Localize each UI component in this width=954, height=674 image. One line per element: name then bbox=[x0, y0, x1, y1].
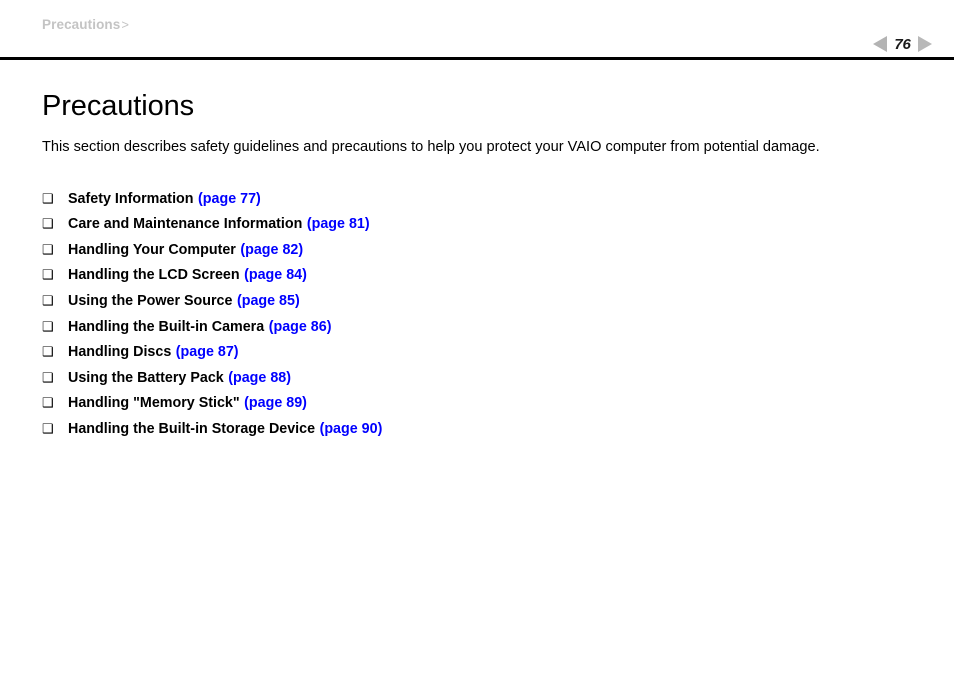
list-item[interactable]: ❑ Handling "Memory Stick" (page 89) bbox=[42, 396, 912, 422]
list-item-label: Handling Your Computer bbox=[68, 241, 236, 258]
square-bullet-icon: ❑ bbox=[42, 318, 54, 334]
triangle-right-icon[interactable] bbox=[918, 36, 932, 52]
list-item-page-link[interactable]: (page 90) bbox=[315, 422, 383, 437]
list-item[interactable]: ❑ Handling the Built-in Camera (page 86) bbox=[42, 318, 912, 346]
list-item-label: Handling the Built-in Storage Device bbox=[68, 420, 316, 437]
list-item-label: Handling the LCD Screen bbox=[68, 267, 240, 284]
list-item-page-link[interactable]: (page 82) bbox=[236, 242, 303, 257]
square-bullet-icon: ❑ bbox=[42, 420, 54, 436]
list-item-label: Safety Information bbox=[68, 190, 194, 207]
list-item-page-link[interactable]: (page 88) bbox=[224, 370, 291, 385]
header-divider bbox=[0, 57, 954, 60]
page-navigation: 76 bbox=[873, 33, 932, 55]
precautions-link-list: ❑ Safety Information (page 77) ❑ Care an… bbox=[42, 158, 912, 448]
list-item-page-link[interactable]: (page 84) bbox=[240, 268, 307, 283]
square-bullet-icon: ❑ bbox=[42, 344, 54, 360]
list-item-page-link[interactable]: (page 81) bbox=[302, 217, 370, 232]
list-item[interactable]: ❑ Handling Your Computer (page 82) bbox=[42, 241, 912, 269]
page-title: Precautions bbox=[42, 90, 195, 122]
list-item-label: Care and Maintenance Information bbox=[68, 216, 303, 233]
list-item[interactable]: ❑ Using the Battery Pack (page 88) bbox=[42, 369, 912, 397]
square-bullet-icon: ❑ bbox=[42, 369, 54, 385]
list-item[interactable]: ❑ Care and Maintenance Information (page… bbox=[42, 217, 912, 243]
square-bullet-icon: ❑ bbox=[42, 267, 54, 283]
page-header: Precautions> 76 bbox=[0, 0, 954, 60]
square-bullet-icon: ❑ bbox=[42, 241, 54, 257]
triangle-left-icon[interactable] bbox=[873, 36, 887, 52]
list-item-label: Using the Battery Pack bbox=[68, 369, 224, 386]
list-item[interactable]: ❑ Using the Power Source (page 85) bbox=[42, 294, 912, 320]
page-number: 76 bbox=[894, 35, 911, 53]
list-item-page-link[interactable]: (page 89) bbox=[240, 396, 307, 411]
list-item-label: Using the Power Source bbox=[68, 292, 233, 309]
square-bullet-icon: ❑ bbox=[42, 190, 54, 206]
list-item[interactable]: ❑ Handling the LCD Screen (page 84) bbox=[42, 268, 912, 294]
list-item[interactable]: ❑ Safety Information (page 77) bbox=[42, 190, 912, 218]
list-item-page-link[interactable]: (page 86) bbox=[264, 319, 332, 334]
list-item-page-link[interactable]: (page 87) bbox=[171, 345, 239, 360]
main-content: Precautions This section describes safet… bbox=[0, 58, 954, 448]
list-item-label: Handling "Memory Stick" bbox=[68, 395, 240, 412]
list-item-label: Handling the Built-in Camera bbox=[68, 318, 265, 335]
list-item[interactable]: ❑ Handling Discs (page 87) bbox=[42, 345, 912, 371]
breadcrumb-separator: > bbox=[121, 17, 130, 32]
breadcrumb-item-precautions[interactable]: Precautions bbox=[42, 17, 120, 32]
intro-paragraph: This section describes safety guidelines… bbox=[42, 138, 820, 155]
breadcrumb: Precautions> bbox=[42, 17, 129, 32]
list-item[interactable]: ❑ Handling the Built-in Storage Device (… bbox=[42, 422, 912, 448]
square-bullet-icon: ❑ bbox=[42, 292, 54, 308]
list-item-page-link[interactable]: (page 85) bbox=[232, 294, 300, 309]
list-item-label: Handling Discs bbox=[68, 344, 172, 361]
square-bullet-icon: ❑ bbox=[42, 216, 54, 232]
square-bullet-icon: ❑ bbox=[42, 395, 54, 411]
list-item-page-link[interactable]: (page 77) bbox=[194, 191, 261, 206]
